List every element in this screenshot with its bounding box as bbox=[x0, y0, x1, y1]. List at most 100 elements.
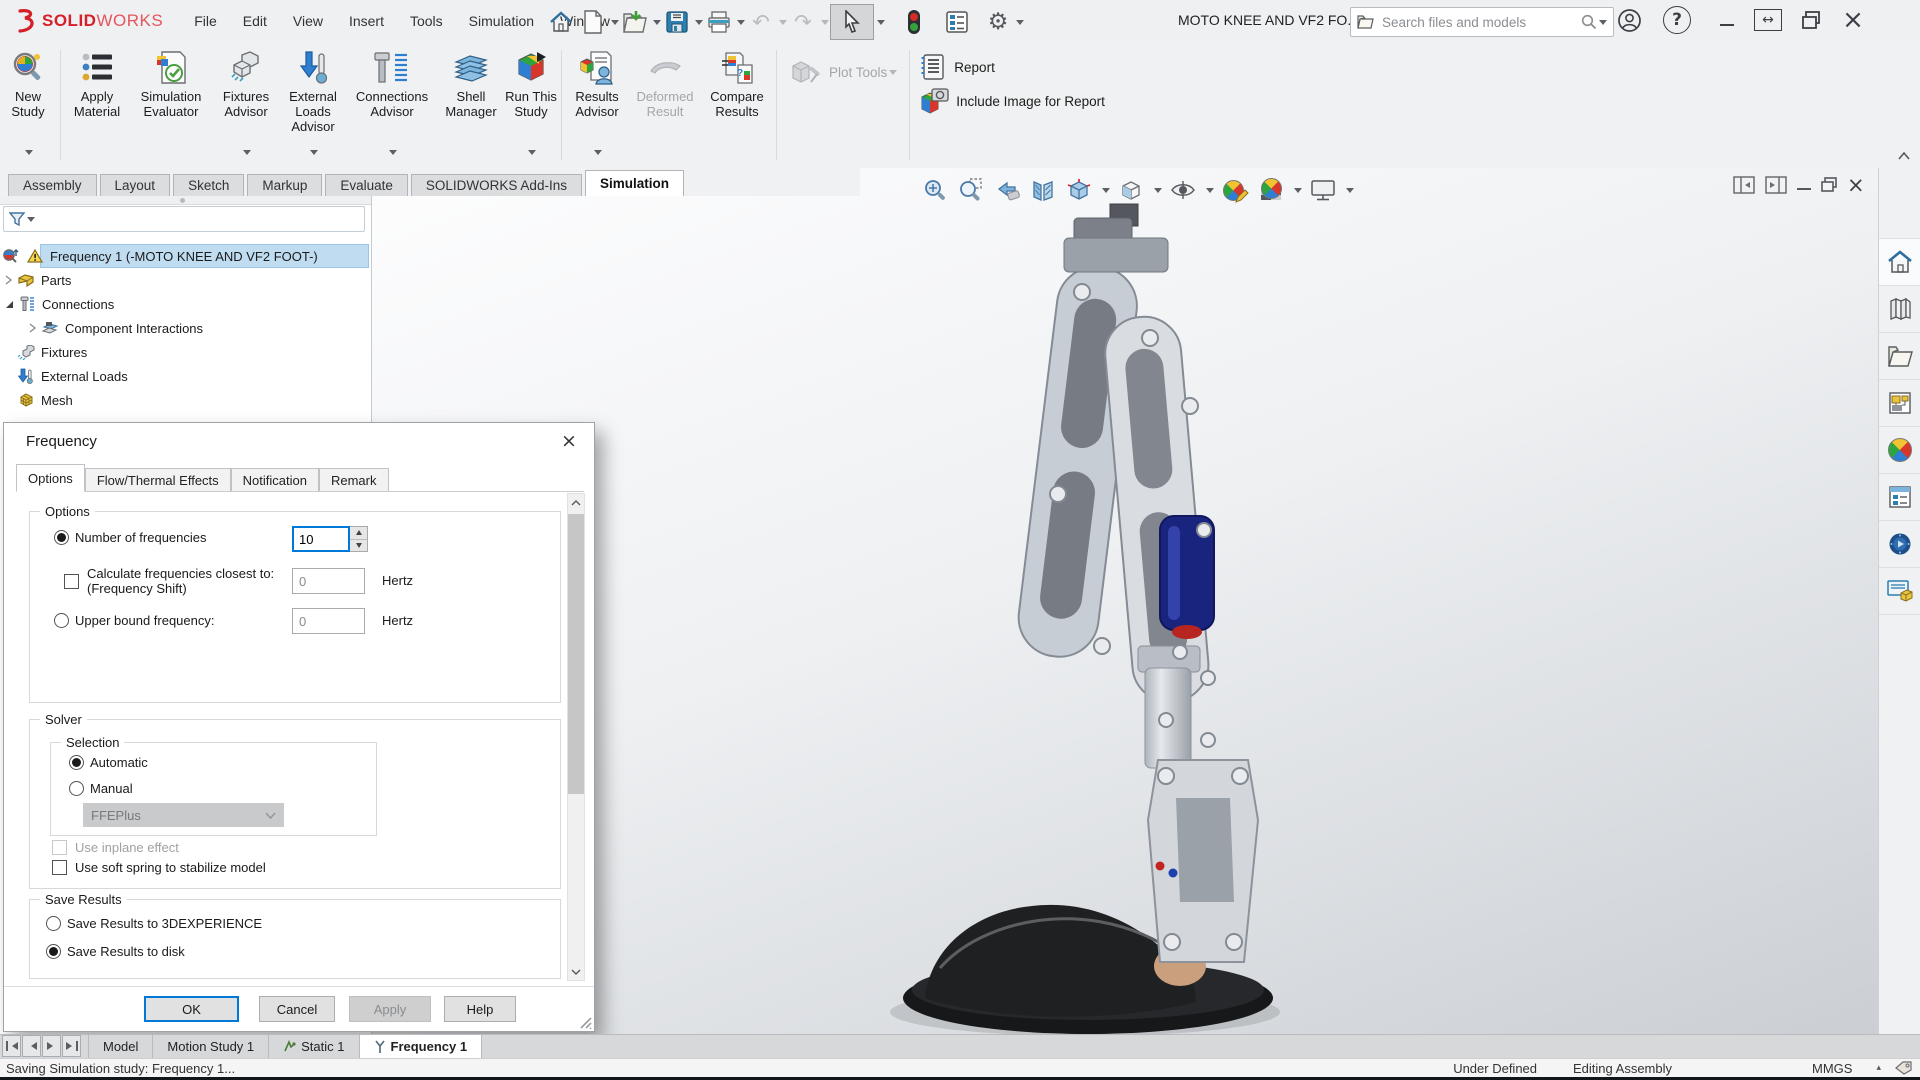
expander-expanded-icon[interactable] bbox=[4, 299, 14, 309]
view-orientation-icon[interactable] bbox=[1064, 176, 1094, 204]
dialog-scrollbar[interactable] bbox=[567, 493, 585, 981]
filter-funnel-icon[interactable] bbox=[9, 211, 25, 227]
expander-collapsed-icon[interactable] bbox=[4, 275, 13, 285]
tab-scroll-prev-icon[interactable] bbox=[22, 1035, 41, 1057]
scroll-up-icon[interactable] bbox=[568, 494, 584, 511]
connections-advisor-caret[interactable] bbox=[389, 150, 397, 159]
status-units[interactable]: MMGS bbox=[1812, 1061, 1852, 1076]
gear-caret[interactable] bbox=[1016, 20, 1024, 29]
tab-static-1[interactable]: Static 1 bbox=[269, 1035, 359, 1058]
automatic-radio[interactable] bbox=[69, 755, 84, 770]
menu-view[interactable]: View bbox=[280, 0, 336, 42]
run-this-study-caret[interactable] bbox=[528, 150, 536, 159]
pane-left-icon[interactable] bbox=[1733, 176, 1755, 194]
tab-frequency-1[interactable]: Frequency 1 bbox=[360, 1035, 483, 1058]
account-icon[interactable] bbox=[1612, 3, 1646, 37]
task-pane-messages-tab[interactable] bbox=[1879, 568, 1920, 615]
compare-results-button[interactable]: ? Compare Results bbox=[702, 42, 772, 165]
display-style-caret[interactable] bbox=[1154, 188, 1162, 197]
scrollbar-thumb[interactable] bbox=[568, 514, 584, 794]
tree-row-component-interactions[interactable]: Component Interactions bbox=[0, 316, 371, 340]
dialog-close-icon[interactable]: × bbox=[554, 427, 584, 455]
select-tool-caret[interactable] bbox=[877, 20, 885, 29]
frequency-shift-checkbox[interactable] bbox=[64, 574, 79, 589]
tree-row-mesh[interactable]: Mesh bbox=[0, 388, 371, 412]
dialog-tab-remark[interactable]: Remark bbox=[319, 468, 389, 491]
menu-simulation[interactable]: Simulation bbox=[456, 0, 547, 42]
spinner-up-icon[interactable] bbox=[350, 527, 367, 540]
results-advisor-button[interactable]: Results Advisor bbox=[566, 42, 628, 165]
include-image-for-report-button[interactable]: Include Image for Report bbox=[920, 84, 1105, 118]
ok-button[interactable]: OK bbox=[144, 996, 239, 1022]
dialog-tab-options[interactable]: Options bbox=[16, 464, 85, 492]
resize-grip[interactable] bbox=[578, 1015, 592, 1029]
zoom-to-fit-icon[interactable] bbox=[920, 176, 950, 204]
tab-layout[interactable]: Layout bbox=[100, 174, 171, 196]
section-view-icon[interactable] bbox=[1028, 176, 1058, 204]
minimize-icon[interactable] bbox=[1710, 3, 1744, 37]
task-pane-view-palette-tab[interactable] bbox=[1879, 380, 1920, 427]
tab-solidworks-add-ins[interactable]: SOLIDWORKS Add-Ins bbox=[411, 174, 582, 196]
search-caret[interactable] bbox=[1599, 20, 1607, 29]
shell-manager-button[interactable]: Shell Manager bbox=[437, 42, 505, 165]
simulation-evaluator-button[interactable]: Simulation Evaluator bbox=[129, 42, 213, 165]
tab-motion-study-1[interactable]: Motion Study 1 bbox=[153, 1035, 269, 1058]
manual-radio[interactable] bbox=[69, 781, 84, 796]
cancel-button[interactable]: Cancel bbox=[259, 996, 335, 1022]
tab-scroll-last-icon[interactable] bbox=[62, 1035, 81, 1057]
number-of-frequencies-spinner[interactable] bbox=[350, 526, 368, 552]
expander-collapsed-icon[interactable] bbox=[28, 323, 37, 333]
tree-root-row[interactable]: Frequency 1 (-MOTO KNEE AND VF2 FOOT-) bbox=[0, 244, 371, 268]
tab-sketch[interactable]: Sketch bbox=[173, 174, 244, 196]
search-icon[interactable] bbox=[1581, 14, 1597, 30]
restore-icon[interactable] bbox=[1794, 3, 1828, 37]
tab-evaluate[interactable]: Evaluate bbox=[325, 174, 408, 196]
save-disk-radio[interactable] bbox=[46, 944, 61, 959]
external-loads-advisor-caret[interactable] bbox=[310, 150, 318, 159]
units-caret-icon[interactable]: ▴ bbox=[1876, 1063, 1881, 1073]
apply-material-button[interactable]: Apply Material bbox=[65, 42, 129, 165]
task-pane-design-library-tab[interactable] bbox=[1879, 286, 1920, 333]
hide-show-items-icon[interactable] bbox=[1168, 176, 1198, 204]
search-input[interactable] bbox=[1380, 14, 1581, 31]
help-icon[interactable]: ? bbox=[1660, 3, 1694, 37]
view-settings-caret[interactable] bbox=[1346, 188, 1354, 197]
fixtures-advisor-caret[interactable] bbox=[243, 150, 251, 159]
print-caret[interactable] bbox=[737, 20, 745, 29]
switch-monitor-icon[interactable]: ↔ bbox=[1754, 9, 1782, 31]
edit-appearance-icon[interactable] bbox=[1220, 176, 1250, 204]
search-box[interactable] bbox=[1350, 7, 1614, 37]
menu-insert[interactable]: Insert bbox=[336, 0, 397, 42]
task-pane-appearances-tab[interactable] bbox=[1879, 427, 1920, 474]
soft-spring-checkbox[interactable] bbox=[52, 860, 67, 875]
menu-tools[interactable]: Tools bbox=[397, 0, 456, 42]
tab-scroll-first-icon[interactable] bbox=[2, 1035, 21, 1057]
tree-filter-bar[interactable] bbox=[3, 206, 365, 232]
ribbon-collapse-chevron[interactable] bbox=[1898, 152, 1910, 160]
task-pane-home-tab[interactable] bbox=[1879, 238, 1920, 286]
new-document-icon[interactable] bbox=[578, 7, 608, 37]
dialog-title-bar[interactable]: Frequency bbox=[4, 423, 594, 459]
tag-icon[interactable] bbox=[1895, 1061, 1912, 1075]
upper-bound-radio[interactable] bbox=[54, 613, 69, 628]
menu-edit[interactable]: Edit bbox=[230, 0, 280, 42]
number-of-frequencies-radio[interactable] bbox=[54, 530, 69, 545]
view-orientation-caret[interactable] bbox=[1102, 188, 1110, 197]
dialog-tab-flow-thermal[interactable]: Flow/Thermal Effects bbox=[85, 468, 231, 491]
connections-advisor-button[interactable]: Connections Advisor bbox=[347, 42, 437, 165]
tab-scroll-next-icon[interactable] bbox=[42, 1035, 61, 1057]
new-study-caret[interactable] bbox=[25, 150, 33, 159]
previous-view-icon[interactable] bbox=[992, 176, 1022, 204]
tab-simulation[interactable]: Simulation bbox=[585, 170, 684, 196]
tree-row-fixtures[interactable]: Fixtures bbox=[0, 340, 371, 364]
external-loads-advisor-button[interactable]: External Loads Advisor bbox=[279, 42, 347, 165]
3d-model-prosthetic-leg[interactable] bbox=[860, 200, 1320, 1045]
doc-restore-icon[interactable] bbox=[1821, 177, 1837, 193]
apply-scene-icon[interactable] bbox=[1256, 176, 1286, 204]
panel-splitter[interactable] bbox=[0, 196, 371, 205]
filter-caret[interactable] bbox=[27, 217, 35, 226]
menu-file[interactable]: File bbox=[181, 0, 230, 42]
hide-show-caret[interactable] bbox=[1206, 188, 1214, 197]
dialog-tab-notification[interactable]: Notification bbox=[231, 468, 319, 491]
report-button[interactable]: Report bbox=[920, 50, 1105, 84]
